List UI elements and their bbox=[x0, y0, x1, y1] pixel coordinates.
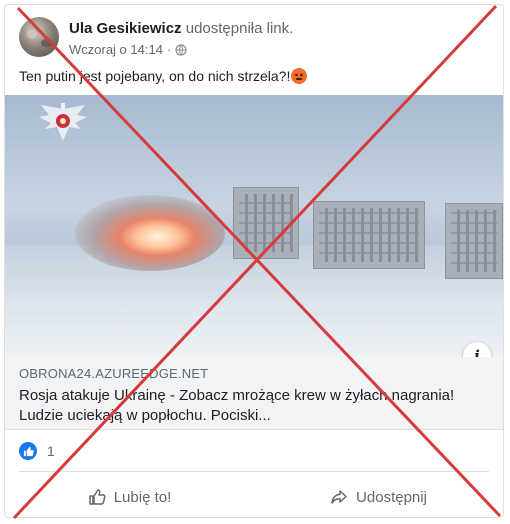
post-header: Ula Gesikiewicz udostępniła link. Wczora… bbox=[19, 17, 489, 61]
post-timestamp[interactable]: Wczoraj o 14:14 bbox=[69, 42, 163, 57]
post-text-content: Ten putin jest pojebany, on do nich strz… bbox=[19, 68, 291, 84]
explosion bbox=[75, 195, 225, 271]
globe-icon bbox=[175, 43, 187, 56]
like-icon bbox=[19, 442, 37, 460]
reactions-summary[interactable]: 1 bbox=[19, 442, 55, 460]
building-1 bbox=[233, 187, 299, 259]
angry-face-emoji-icon bbox=[291, 68, 308, 84]
post-meta: Wczoraj o 14:14 · bbox=[69, 42, 187, 57]
link-preview-caption[interactable]: OBRONA24.AZUREEDGE.NET Rosja atakuje Ukr… bbox=[5, 357, 503, 430]
building-2 bbox=[313, 201, 425, 269]
eagle-emblem-icon bbox=[39, 103, 87, 141]
share-action-text: udostępniła link. bbox=[185, 20, 294, 37]
link-domain: OBRONA24.AZUREEDGE.NET bbox=[19, 366, 209, 381]
author-line: Ula Gesikiewicz udostępniła link. bbox=[69, 20, 293, 37]
post-card: Ula Gesikiewicz udostępniła link. Wczora… bbox=[4, 4, 504, 518]
building-3 bbox=[445, 203, 503, 279]
share-arrow-icon bbox=[331, 490, 347, 504]
snowfield bbox=[5, 245, 503, 357]
share-button[interactable]: Udostępnij bbox=[254, 479, 503, 515]
author-name[interactable]: Ula Gesikiewicz bbox=[69, 20, 182, 37]
like-button[interactable]: Lubię to! bbox=[5, 479, 254, 515]
thumbs-up-icon bbox=[88, 489, 106, 505]
post-text: Ten putin jest pojebany, on do nich strz… bbox=[19, 68, 308, 84]
action-bar: Lubię to! Udostępnij bbox=[5, 479, 503, 515]
reaction-count[interactable]: 1 bbox=[47, 443, 55, 459]
like-label: Lubię to! bbox=[113, 488, 172, 506]
actions-divider bbox=[19, 471, 489, 472]
meta-separator: · bbox=[166, 42, 172, 57]
link-preview-image[interactable]: i bbox=[5, 95, 503, 357]
avatar[interactable] bbox=[19, 17, 59, 57]
share-label: Udostępnij bbox=[356, 488, 427, 506]
link-headline[interactable]: Rosja atakuje Ukrainę - Zobacz mrożące k… bbox=[19, 386, 489, 426]
